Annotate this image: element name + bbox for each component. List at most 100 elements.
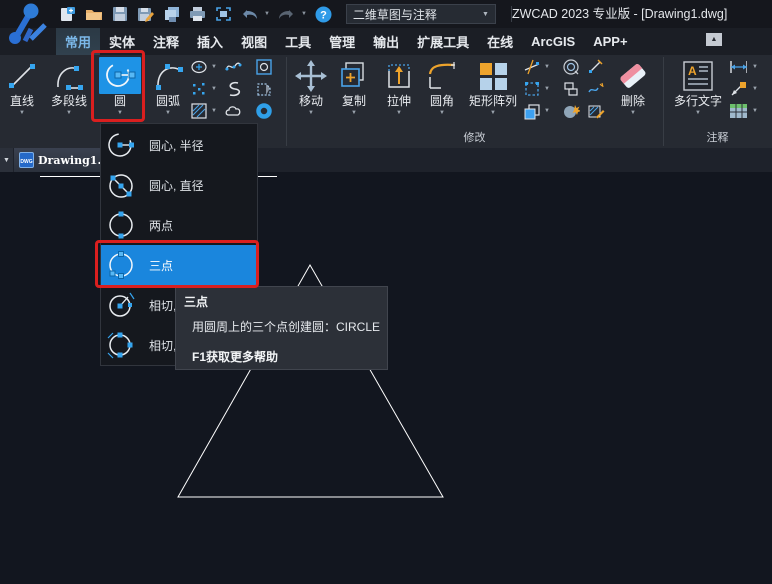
- svg-text:A: A: [688, 64, 697, 78]
- mtext-dropdown-icon[interactable]: ▼: [695, 109, 701, 118]
- erase-icon: [616, 57, 650, 94]
- line-button[interactable]: 直线 ▼: [2, 57, 42, 118]
- offset-icon[interactable]: [562, 58, 580, 76]
- donut-icon[interactable]: [255, 102, 273, 120]
- tab-arcgis[interactable]: ArcGIS: [522, 28, 584, 55]
- erase-dropdown-icon[interactable]: ▼: [630, 109, 636, 118]
- workspace-label: 二维草图与注释: [352, 7, 437, 22]
- copy-sheets-icon[interactable]: [162, 5, 181, 24]
- preview-icon[interactable]: [214, 5, 233, 24]
- mtext-button[interactable]: A 多行文字 ▼: [671, 57, 725, 118]
- tab-tools[interactable]: 工具: [276, 28, 320, 55]
- tab-insert[interactable]: 插入: [188, 28, 232, 55]
- center-diameter-icon: [106, 170, 136, 200]
- collapse-ribbon-button[interactable]: ▲: [706, 33, 722, 46]
- tab-express[interactable]: 扩展工具: [408, 28, 478, 55]
- tab-app-plus[interactable]: APP+: [584, 28, 636, 55]
- rect-array-dropdown-icon[interactable]: ▼: [490, 109, 496, 118]
- rect-array-button[interactable]: 矩形阵列 ▼: [464, 57, 522, 118]
- menu-item-center-radius[interactable]: 圆心, 半径: [101, 125, 257, 165]
- fillet-dropdown-icon[interactable]: ▼: [439, 109, 445, 118]
- rectangle-icon[interactable]: [255, 58, 273, 76]
- hatch-dropdown-icon[interactable]: ▼: [209, 102, 219, 120]
- draw-order-dropdown-icon[interactable]: ▼: [542, 102, 552, 120]
- menu-item-three-points[interactable]: 三点: [101, 245, 257, 285]
- ellipse-icon[interactable]: [190, 58, 208, 76]
- stretch-label: 拉伸: [386, 94, 411, 108]
- copy-button[interactable]: 复制 ▼: [332, 57, 376, 118]
- redo-dropdown-icon[interactable]: ▼: [301, 11, 307, 17]
- arc-dropdown-icon[interactable]: ▼: [165, 109, 171, 118]
- hatch-icon[interactable]: [190, 102, 208, 120]
- line-dropdown-icon[interactable]: ▼: [19, 109, 25, 118]
- move-button[interactable]: 移动 ▼: [291, 57, 331, 118]
- redo-icon[interactable]: [277, 5, 296, 24]
- erase-button[interactable]: 删除 ▼: [608, 57, 658, 118]
- extend-icon[interactable]: [587, 58, 605, 76]
- menu-item-center-diameter[interactable]: 圆心, 直径: [101, 165, 257, 205]
- spline-fit-icon[interactable]: [224, 58, 242, 76]
- leader-icon[interactable]: [729, 80, 747, 98]
- align-icon[interactable]: [562, 80, 580, 98]
- table-dropdown-icon[interactable]: ▼: [750, 102, 760, 120]
- doc-tab-list-icon[interactable]: ▼: [0, 148, 13, 172]
- circle-button[interactable]: 圆 ▼: [98, 57, 142, 118]
- leader-dropdown-icon[interactable]: ▼: [750, 80, 760, 98]
- match-prop-icon[interactable]: [587, 80, 605, 98]
- center-radius-icon: [106, 130, 136, 160]
- stretch-button[interactable]: 拉伸 ▼: [379, 57, 419, 118]
- plot-icon[interactable]: [188, 5, 207, 24]
- tab-view[interactable]: 视图: [232, 28, 276, 55]
- table-icon[interactable]: [729, 102, 747, 120]
- hatch-edit-icon[interactable]: [587, 102, 605, 120]
- fillet-button[interactable]: 圆角 ▼: [420, 57, 464, 118]
- tab-manage[interactable]: 管理: [320, 28, 364, 55]
- undo-icon[interactable]: [240, 5, 259, 24]
- copy-dropdown-icon[interactable]: ▼: [351, 109, 357, 118]
- undo-dropdown-icon[interactable]: ▼: [264, 11, 270, 17]
- trim-icon[interactable]: [523, 58, 541, 76]
- circle-label: 圆: [113, 94, 126, 108]
- point-dropdown-icon[interactable]: ▼: [209, 80, 219, 98]
- line-icon: [5, 57, 39, 94]
- tab-home[interactable]: 常用: [56, 28, 101, 55]
- polyline-dropdown-icon[interactable]: ▼: [66, 109, 72, 118]
- dimension-dropdown-icon[interactable]: ▼: [750, 58, 760, 76]
- help-icon[interactable]: ?: [314, 5, 333, 24]
- move-icon: [294, 57, 328, 94]
- dimension-icon[interactable]: [729, 58, 747, 76]
- circle-dropdown-icon[interactable]: ▼: [117, 109, 123, 118]
- spline-cv-icon[interactable]: [224, 80, 242, 98]
- rect-select-icon[interactable]: [523, 80, 541, 98]
- tab-online[interactable]: 在线: [478, 28, 522, 55]
- zwcad-logo-icon[interactable]: [3, 1, 51, 51]
- arc-button[interactable]: 圆弧 ▼: [146, 57, 190, 118]
- trim-dropdown-icon[interactable]: ▼: [542, 58, 552, 76]
- workspace-dropdown[interactable]: 二维草图与注释 ▼: [345, 4, 496, 24]
- tab-solid[interactable]: 实体: [100, 28, 144, 55]
- point-icon[interactable]: [190, 80, 208, 98]
- new-file-icon[interactable]: [58, 5, 77, 24]
- explode-icon[interactable]: [562, 102, 580, 120]
- document-tab-drawing1[interactable]: DWG Drawing1.: [14, 148, 108, 172]
- tab-annotate[interactable]: 注释: [144, 28, 188, 55]
- menu-item-two-points[interactable]: 两点: [101, 205, 257, 245]
- ellipse-dropdown-icon[interactable]: ▼: [209, 58, 219, 76]
- stretch-dropdown-icon[interactable]: ▼: [396, 109, 402, 118]
- region-icon[interactable]: [255, 80, 273, 98]
- revcloud-icon[interactable]: [224, 102, 242, 120]
- rect-select-dropdown-icon[interactable]: ▼: [542, 80, 552, 98]
- rect-array-label: 矩形阵列: [468, 94, 517, 108]
- tooltip-title: 三点: [184, 295, 209, 309]
- tab-output[interactable]: 输出: [364, 28, 408, 55]
- zwcad-window: ▼ ▼ ? 二维草图与注释 ▼ ZWCAD 2023 专业版 - [Drawin…: [0, 0, 772, 584]
- annotate-panel-label: 注释: [706, 132, 729, 144]
- three-points-tooltip: 三点 用圆周上的三个点创建圆：CIRCLE F1获取更多帮助: [175, 286, 388, 370]
- save-as-icon[interactable]: [136, 5, 155, 24]
- move-dropdown-icon[interactable]: ▼: [308, 109, 314, 118]
- polyline-button[interactable]: 多段线 ▼: [45, 57, 93, 118]
- draw-order-icon[interactable]: [523, 102, 541, 120]
- copy-label: 复制: [341, 94, 366, 108]
- save-icon[interactable]: [110, 5, 129, 24]
- open-folder-icon[interactable]: [84, 5, 103, 24]
